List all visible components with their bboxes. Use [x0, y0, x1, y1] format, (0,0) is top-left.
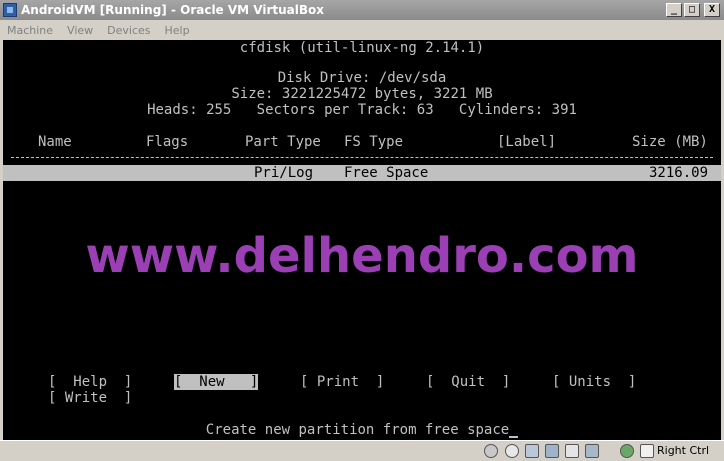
- quit-option[interactable]: [ Quit ]: [426, 374, 510, 390]
- help-option[interactable]: [ Help ]: [48, 374, 132, 390]
- new-option[interactable]: [ New ]: [174, 374, 259, 390]
- row-size: 3216.09: [649, 165, 709, 181]
- window-title-bar[interactable]: AndroidVM [Running] - Oracle VM VirtualB…: [0, 0, 724, 20]
- col-flags: Flags: [146, 134, 189, 150]
- row-fs-type: Free Space: [344, 165, 429, 181]
- menu-machine[interactable]: Machine: [0, 24, 60, 37]
- virtualization-icon[interactable]: [620, 444, 634, 458]
- optical-drive-icon[interactable]: [505, 444, 519, 458]
- command-menu-row-2: [ Write ]: [3, 390, 721, 406]
- partition-row[interactable]: Pri/Log Free Space 3216.09: [3, 165, 721, 181]
- mouse-integration-icon[interactable]: [640, 444, 654, 458]
- shared-folders-icon[interactable]: [565, 444, 579, 458]
- text-cursor: [509, 423, 519, 438]
- menu-devices[interactable]: Devices: [100, 24, 157, 37]
- row-part-type: Pri/Log: [254, 165, 314, 181]
- col-label: [Label]: [497, 134, 557, 150]
- close-button[interactable]: X: [704, 3, 720, 17]
- print-option[interactable]: [ Print ]: [300, 374, 384, 390]
- network-icon[interactable]: [545, 444, 559, 458]
- usb-icon[interactable]: [525, 444, 539, 458]
- watermark-text: www.delhendro.com: [85, 228, 639, 284]
- maximize-button[interactable]: □: [684, 3, 700, 17]
- menu-help[interactable]: Help: [158, 24, 197, 37]
- host-key-label: Right Ctrl: [657, 444, 710, 457]
- window-title: AndroidVM [Running] - Oracle VM VirtualB…: [21, 3, 325, 17]
- col-size: Size (MB): [632, 134, 708, 150]
- program-title: cfdisk (util-linux-ng 2.14.1): [239, 40, 485, 56]
- disk-geometry-info: Heads: 255 Sectors per Track: 63 Cylinde…: [147, 102, 577, 118]
- vm-display[interactable]: cfdisk (util-linux-ng 2.14.1) Disk Drive…: [3, 40, 721, 440]
- col-fs-type: FS Type: [344, 134, 404, 150]
- disk-drive-info: Disk Drive: /dev/sda: [277, 70, 447, 86]
- col-name: Name: [38, 134, 72, 150]
- hard-disk-icon[interactable]: [484, 444, 498, 458]
- col-part-type: Part Type: [245, 134, 321, 150]
- display-icon[interactable]: [585, 444, 599, 458]
- vm-status-bar: Right Ctrl: [0, 440, 724, 461]
- status-message: Create new partition from free space: [3, 422, 721, 438]
- menu-view[interactable]: View: [60, 24, 100, 37]
- menu-bar: Machine View Devices Help: [0, 20, 724, 40]
- command-menu-row-1: [ Help ] [ New ] [ Print ] [ Quit ] [ Un…: [3, 374, 721, 390]
- units-option[interactable]: [ Units ]: [552, 374, 636, 390]
- status-text: Create new partition from free space: [205, 422, 510, 438]
- disk-size-info: Size: 3221225472 bytes, 3221 MB: [231, 86, 493, 102]
- virtualbox-icon: [3, 3, 17, 17]
- header-divider: [11, 157, 713, 158]
- write-option[interactable]: [ Write ]: [48, 390, 132, 406]
- partition-table-header: Name Flags Part Type FS Type [Label] Siz…: [3, 134, 721, 150]
- minimize-button[interactable]: _: [666, 3, 682, 17]
